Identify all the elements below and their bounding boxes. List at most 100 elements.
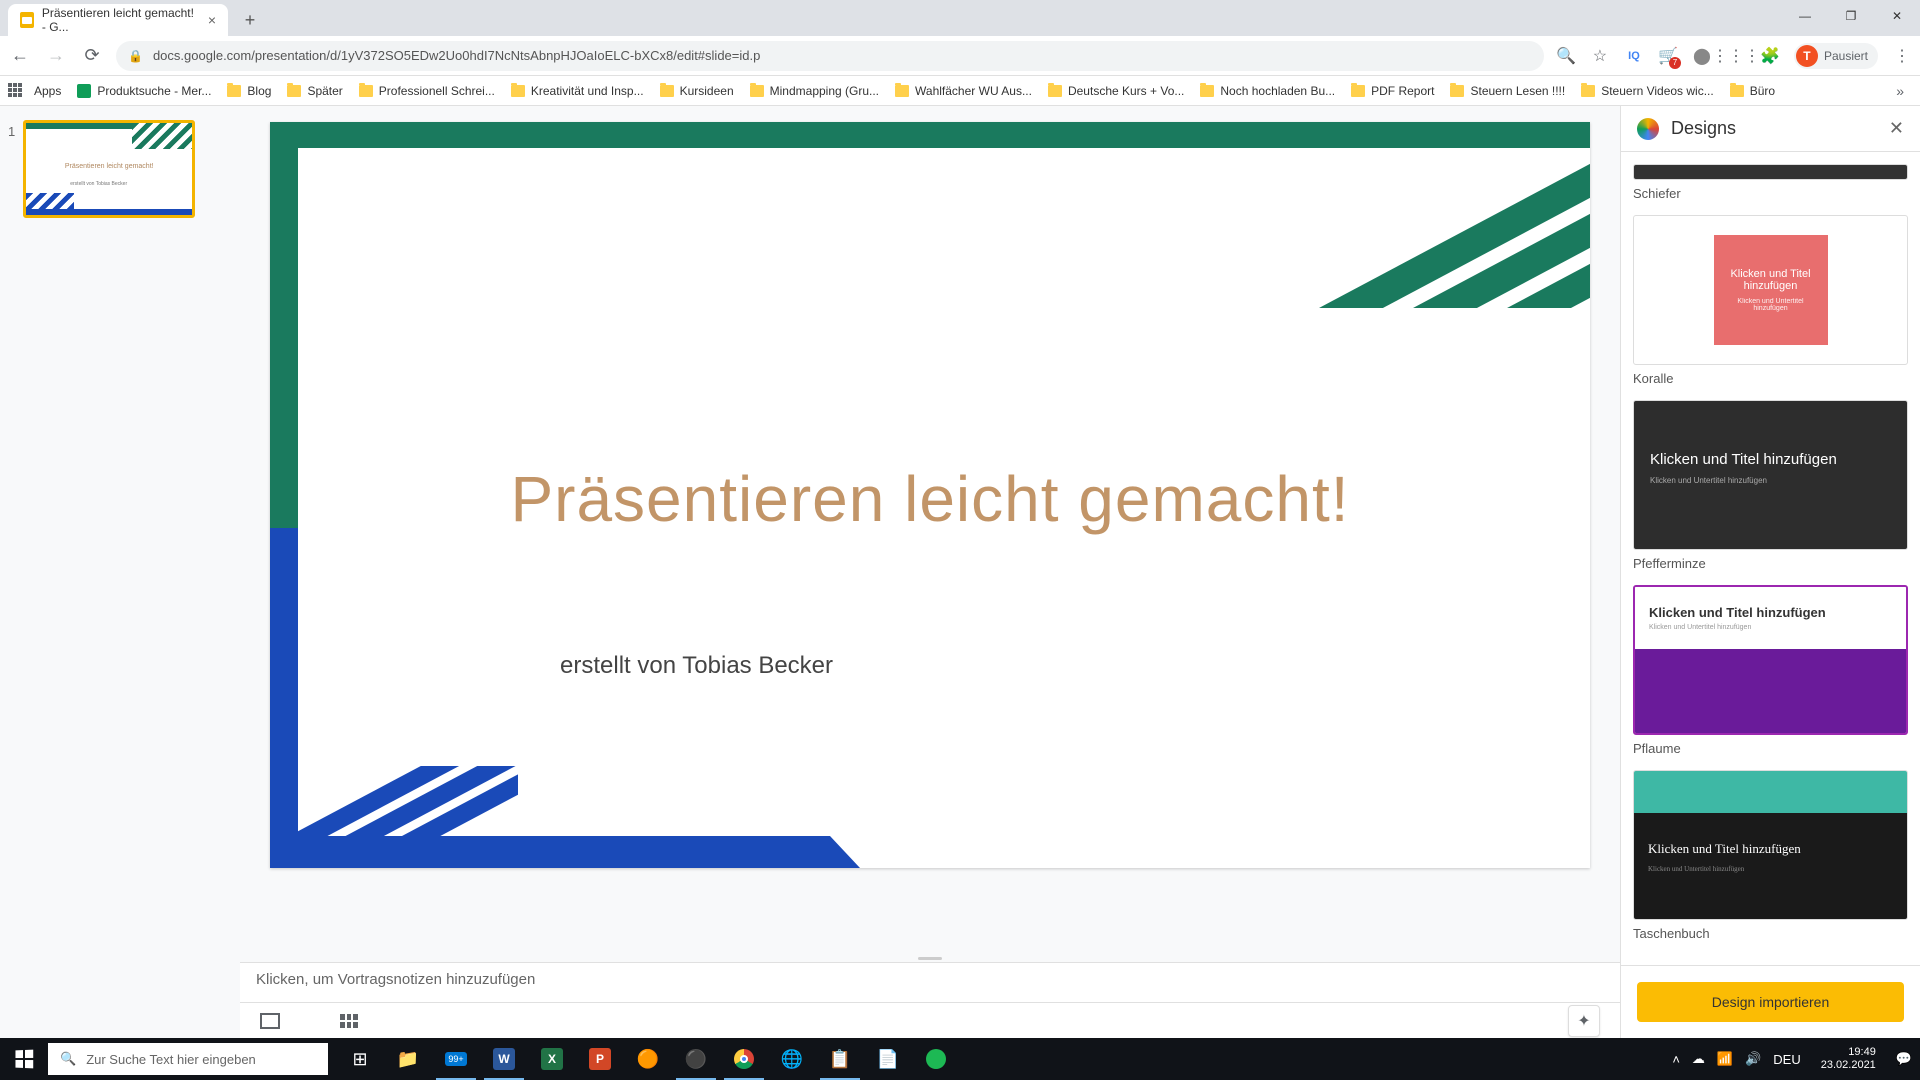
mail-app-icon[interactable]: 99+ <box>432 1038 480 1080</box>
word-icon[interactable]: W <box>480 1038 528 1080</box>
bookmark-item[interactable]: Mindmapping (Gru... <box>744 84 885 98</box>
profile-status: Pausiert <box>1824 49 1868 63</box>
bookmark-item[interactable]: Noch hochladen Bu... <box>1194 84 1341 98</box>
slide-decoration <box>298 766 518 836</box>
chrome-icon[interactable] <box>720 1038 768 1080</box>
design-item-taschenbuch[interactable]: Klicken und Titel hinzufügen Klicken und… <box>1633 770 1908 941</box>
folder-icon <box>1581 85 1595 97</box>
apps-label[interactable]: Apps <box>28 84 67 98</box>
obs-icon[interactable]: ⚫ <box>672 1038 720 1080</box>
bookmark-item[interactable]: PDF Report <box>1345 84 1440 98</box>
close-panel-button[interactable]: ✕ <box>1889 118 1904 139</box>
folder-icon <box>359 85 373 97</box>
bookmark-item[interactable]: Kursideen <box>654 84 740 98</box>
designs-list[interactable]: Schiefer Klicken und Titel hinzufügen Kl… <box>1621 152 1920 965</box>
bookmark-item[interactable]: Später <box>281 84 348 98</box>
design-label: Koralle <box>1633 371 1908 386</box>
design-label: Taschenbuch <box>1633 926 1908 941</box>
wifi-icon[interactable]: 📶 <box>1717 1051 1733 1067</box>
import-design-button[interactable]: Design importieren <box>1637 982 1904 1022</box>
start-button[interactable] <box>0 1038 48 1080</box>
url-text: docs.google.com/presentation/d/1yV372SO5… <box>153 48 760 63</box>
menu-icon[interactable]: ⋮ <box>1892 46 1912 66</box>
notepad-icon[interactable]: 📄 <box>864 1038 912 1080</box>
bookmarks-overflow-icon[interactable]: » <box>1888 83 1912 99</box>
maximize-button[interactable]: ❐ <box>1828 0 1874 32</box>
bookmark-item[interactable]: Büro <box>1724 84 1781 98</box>
close-window-button[interactable]: ✕ <box>1874 0 1920 32</box>
bookmark-item[interactable]: Steuern Videos wic... <box>1575 84 1720 98</box>
explore-button[interactable]: ✦ <box>1568 1005 1600 1037</box>
edge-icon[interactable]: 🌐 <box>768 1038 816 1080</box>
powerpoint-icon[interactable]: P <box>576 1038 624 1080</box>
browser-tab[interactable]: Präsentieren leicht gemacht! - G... × <box>8 4 228 36</box>
address-bar: ← → ⟳ docs.google.com/presentation/d/1yV… <box>0 36 1920 76</box>
apps-grid-icon[interactable]: ⋮⋮⋮ <box>1726 46 1746 66</box>
folder-icon <box>1730 85 1744 97</box>
grid-view-button[interactable] <box>340 1014 358 1028</box>
design-item-schiefer[interactable]: Schiefer <box>1633 164 1908 201</box>
design-thumbnail: Klicken und Titel hinzufügen Klicken und… <box>1633 215 1908 365</box>
onedrive-icon[interactable]: ☁ <box>1692 1051 1705 1067</box>
volume-icon[interactable]: 🔊 <box>1745 1051 1761 1067</box>
design-item-koralle[interactable]: Klicken und Titel hinzufügen Klicken und… <box>1633 215 1908 386</box>
design-thumbnail <box>1633 164 1908 180</box>
close-tab-icon[interactable]: × <box>208 12 216 28</box>
slide[interactable]: Präsentieren leicht gemacht! erstellt vo… <box>270 122 1590 868</box>
minimize-button[interactable]: — <box>1782 0 1828 32</box>
designs-panel: Designs ✕ Schiefer Klicken und Titel hin… <box>1620 106 1920 1038</box>
bookmark-star-icon[interactable]: ☆ <box>1590 46 1610 66</box>
slide-canvas[interactable]: Präsentieren leicht gemacht! erstellt vo… <box>240 106 1620 954</box>
spotify-icon[interactable] <box>912 1038 960 1080</box>
apps-launcher-icon[interactable] <box>8 83 24 99</box>
taskbar-clock[interactable]: 19:49 23.02.2021 <box>1813 1046 1884 1072</box>
app-icon[interactable]: 📋 <box>816 1038 864 1080</box>
slides-favicon-icon <box>20 12 34 28</box>
file-explorer-icon[interactable]: 📁 <box>384 1038 432 1080</box>
tray-chevron-icon[interactable]: ˄ <box>1672 1052 1680 1067</box>
folder-icon <box>1450 85 1464 97</box>
forward-button[interactable]: → <box>44 44 68 68</box>
incognito-icon[interactable]: ⬤ <box>1692 46 1712 66</box>
reload-button[interactable]: ⟳ <box>80 44 104 68</box>
language-indicator[interactable]: DEU <box>1773 1052 1800 1067</box>
bookmark-item[interactable]: Wahlfächer WU Aus... <box>889 84 1038 98</box>
bookmark-item[interactable]: Produktsuche - Mer... <box>71 84 217 98</box>
bookmark-item[interactable]: Professionell Schrei... <box>353 84 501 98</box>
speaker-notes[interactable]: Klicken, um Vortragsnotizen hinzuzufügen <box>240 962 1620 1002</box>
bookmark-item[interactable]: Kreativität und Insp... <box>505 84 650 98</box>
iq-icon[interactable]: IQ <box>1624 46 1644 66</box>
app-icon[interactable]: 🟠 <box>624 1038 672 1080</box>
slide-decoration <box>270 528 298 868</box>
slide-subtitle[interactable]: erstellt von Tobias Becker <box>560 652 833 680</box>
cart-icon[interactable]: 🛒 <box>1658 46 1678 66</box>
url-input[interactable]: docs.google.com/presentation/d/1yV372SO5… <box>116 41 1544 71</box>
bookmark-item[interactable]: Deutsche Kurs + Vo... <box>1042 84 1190 98</box>
folder-icon <box>511 85 525 97</box>
bookmark-item[interactable]: Steuern Lesen !!!! <box>1444 84 1571 98</box>
excel-icon[interactable]: X <box>528 1038 576 1080</box>
design-item-pfefferminze[interactable]: Klicken und Titel hinzufügen Klicken und… <box>1633 400 1908 571</box>
design-thumbnail: Klicken und Titel hinzufügen Klicken und… <box>1633 770 1908 920</box>
search-icon[interactable]: 🔍 <box>1556 46 1576 66</box>
filmstrip-view-button[interactable] <box>260 1013 280 1029</box>
slide-title[interactable]: Präsentieren leicht gemacht! <box>270 462 1590 536</box>
slide-thumbnail[interactable]: Präsentieren leicht gemacht! erstellt vo… <box>23 120 195 218</box>
taskbar-search[interactable]: 🔍 Zur Suche Text hier eingeben <box>48 1043 328 1075</box>
profile-chip[interactable]: T Pausiert <box>1794 43 1878 69</box>
task-view-button[interactable]: ⊞ <box>336 1038 384 1080</box>
slide-number: 1 <box>8 120 15 218</box>
bookmark-item[interactable]: Blog <box>221 84 277 98</box>
clock-date: 23.02.2021 <box>1821 1059 1876 1072</box>
design-item-pflaume[interactable]: Klicken und Titel hinzufügen Klicken und… <box>1633 585 1908 756</box>
design-thumbnail: Klicken und Titel hinzufügen Klicken und… <box>1633 585 1908 735</box>
profile-avatar-icon: T <box>1796 45 1818 67</box>
notes-resize-handle[interactable] <box>240 954 1620 962</box>
lock-icon <box>128 48 143 63</box>
extensions-icon[interactable]: 🧩 <box>1760 46 1780 66</box>
design-thumbnail: Klicken und Titel hinzufügen Klicken und… <box>1633 400 1908 550</box>
folder-icon <box>1048 85 1062 97</box>
back-button[interactable]: ← <box>8 44 32 68</box>
new-tab-button[interactable]: + <box>236 6 264 34</box>
notifications-icon[interactable]: 💬 <box>1896 1051 1912 1067</box>
